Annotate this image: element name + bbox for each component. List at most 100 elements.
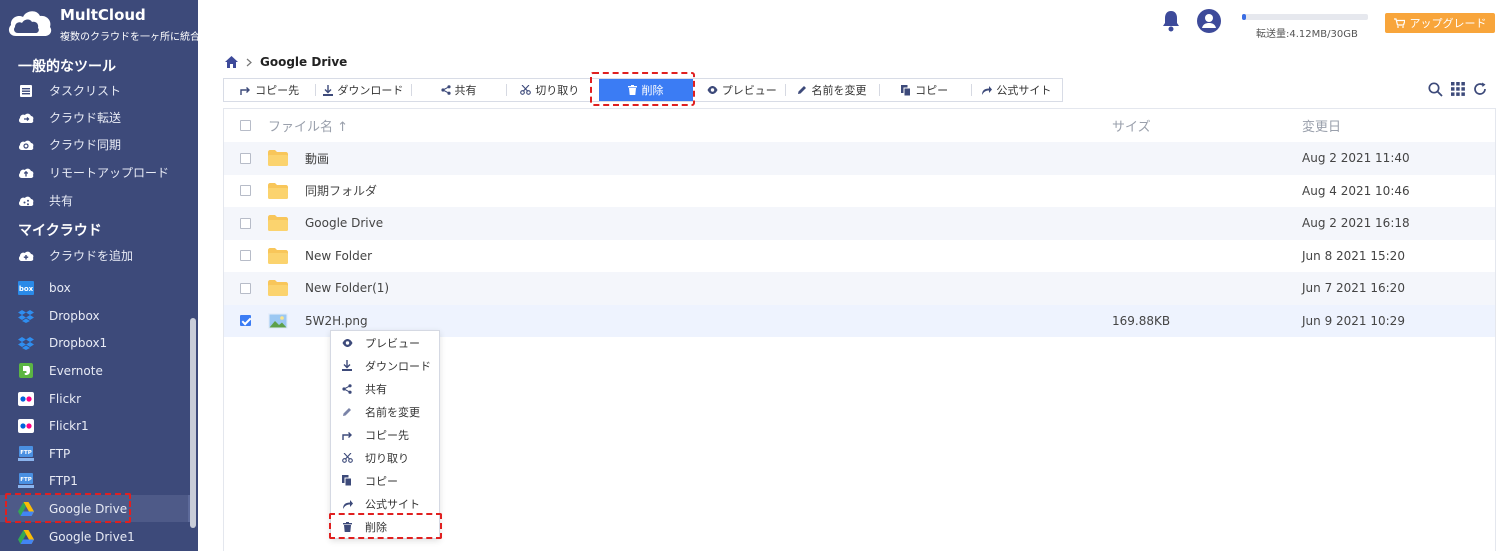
table-row[interactable]: New Folder(1) Jun 7 2021 16:20 <box>224 272 1495 305</box>
home-icon[interactable] <box>225 56 238 68</box>
svg-text:FTP: FTP <box>20 450 32 456</box>
bell-icon[interactable] <box>1161 10 1181 32</box>
preview-button[interactable]: プレビュー <box>698 79 785 101</box>
share-button[interactable]: 共有 <box>411 79 505 101</box>
file-name[interactable]: Google Drive <box>305 216 383 230</box>
tools-section-title: 一般的なツール <box>18 59 116 75</box>
refresh-icon[interactable] <box>1473 82 1487 96</box>
row-checkbox-checked[interactable] <box>240 315 251 327</box>
sidebar-item-task-list[interactable]: タスクリスト <box>0 77 192 104</box>
scissors-icon <box>341 452 353 464</box>
sidebar-item-box[interactable]: box box <box>0 274 192 301</box>
mycloud-section-title: マイクラウド <box>18 223 102 239</box>
file-name[interactable]: 動画 <box>305 150 329 167</box>
column-header-name-label: ファイル名 <box>268 120 334 135</box>
sidebar-item-cloud-transfer[interactable]: クラウド転送 <box>0 104 192 131</box>
sidebar-item-flickr[interactable]: Flickr <box>0 385 192 412</box>
download-label: ダウンロード <box>337 84 404 97</box>
logo[interactable]: MultCloud 複数のクラウドを一ヶ所に統合 <box>6 4 198 44</box>
sidebar-item-label: Flickr1 <box>49 418 89 433</box>
upgrade-button[interactable]: アップグレード <box>1385 13 1495 33</box>
search-icon[interactable] <box>1428 82 1443 97</box>
remote-upload-icon <box>18 165 34 181</box>
copy-button[interactable]: コピー <box>878 79 971 101</box>
file-date: Jun 9 2021 10:29 <box>1302 313 1405 328</box>
row-checkbox[interactable] <box>240 250 251 262</box>
download-button[interactable]: ダウンロード <box>315 79 411 101</box>
cloud-logo-icon <box>8 11 52 36</box>
table-row[interactable]: Google Drive Aug 2 2021 16:18 <box>224 207 1495 240</box>
context-menu-rename[interactable]: 名前を変更 <box>331 400 439 423</box>
context-menu-preview[interactable]: プレビュー <box>331 331 439 354</box>
context-menu-label: 名前を変更 <box>365 405 420 419</box>
view-tools <box>1428 82 1487 97</box>
file-date: Aug 4 2021 10:46 <box>1302 183 1410 198</box>
column-header-name[interactable]: ファイル名 ↑ <box>268 116 348 135</box>
row-checkbox[interactable] <box>240 282 251 294</box>
sidebar-item-flickr1[interactable]: Flickr1 <box>0 412 192 439</box>
table-row[interactable]: 動画 Aug 2 2021 11:40 <box>224 142 1495 175</box>
cloud-sync-icon <box>18 137 34 153</box>
select-all-checkbox[interactable] <box>240 120 251 131</box>
sidebar-item-label: Dropbox <box>49 308 100 323</box>
folder-icon <box>268 280 288 297</box>
context-menu-download[interactable]: ダウンロード <box>331 354 439 377</box>
avatar[interactable] <box>1197 9 1221 33</box>
sidebar-item-cloud-sync[interactable]: クラウド同期 <box>0 131 192 158</box>
folder-icon <box>268 247 288 264</box>
column-header-size[interactable]: サイズ <box>1112 116 1151 135</box>
usage-text: 転送量:4.12MB/30GB <box>1256 29 1358 40</box>
rename-button[interactable]: 名前を変更 <box>785 79 878 101</box>
flickr-icon <box>18 418 34 434</box>
cloud-share-icon <box>18 193 34 209</box>
sidebar-item-label: リモートアップロード <box>49 166 170 180</box>
copy-icon <box>901 84 912 96</box>
cloud-transfer-icon <box>18 110 34 126</box>
file-name[interactable]: 同期フォルダ <box>305 182 377 199</box>
context-menu-cut[interactable]: 切り取り <box>331 446 439 469</box>
copy-icon <box>341 475 353 487</box>
file-name[interactable]: New Folder <box>305 249 372 263</box>
cut-button[interactable]: 切り取り <box>505 79 594 101</box>
row-checkbox[interactable] <box>240 185 251 197</box>
file-name[interactable]: New Folder(1) <box>305 281 389 295</box>
sidebar-item-label: クラウドを追加 <box>49 249 134 263</box>
context-menu-official-site[interactable]: 公式サイト <box>331 492 439 515</box>
copy-to-button[interactable]: コピー先 <box>224 79 315 101</box>
context-menu-copy[interactable]: コピー <box>331 469 439 492</box>
context-menu: プレビュー ダウンロード 共有 名前を変更 コピー先 切り取り コピー 公式サイ… <box>330 330 440 539</box>
sidebar-scrollbar[interactable] <box>190 318 196 528</box>
context-menu-share[interactable]: 共有 <box>331 377 439 400</box>
svg-text:FTP: FTP <box>20 477 32 483</box>
file-date: Jun 8 2021 15:20 <box>1302 248 1405 263</box>
sidebar-item-label: Flickr <box>49 391 82 406</box>
sidebar-item-google-drive1[interactable]: Google Drive1 <box>0 523 192 550</box>
preview-label: プレビュー <box>721 84 777 97</box>
download-icon <box>341 360 353 372</box>
table-row[interactable]: New Folder Jun 8 2021 15:20 <box>224 240 1495 273</box>
sidebar-item-remote-upload[interactable]: リモートアップロード <box>0 159 192 186</box>
sidebar-item-dropbox[interactable]: Dropbox <box>0 302 192 329</box>
ftp-icon: FTP <box>18 473 34 489</box>
sidebar-item-ftp[interactable]: FTP FTP <box>0 440 192 467</box>
sidebar-item-share[interactable]: 共有 <box>0 187 192 214</box>
file-name[interactable]: 5W2H.png <box>305 314 368 328</box>
task-list-icon <box>18 83 34 99</box>
sidebar-item-ftp1[interactable]: FTP FTP1 <box>0 467 192 494</box>
sidebar-item-evernote[interactable]: Evernote <box>0 357 192 384</box>
column-header-date[interactable]: 変更日 <box>1302 116 1341 135</box>
table-row[interactable]: 同期フォルダ Aug 4 2021 10:46 <box>224 175 1495 208</box>
context-menu-copy-to[interactable]: コピー先 <box>331 423 439 446</box>
row-checkbox[interactable] <box>240 217 251 229</box>
add-cloud-button[interactable]: クラウドを追加 <box>0 242 192 269</box>
grid-view-icon[interactable] <box>1451 82 1465 96</box>
sidebar-item-label: Google Drive1 <box>49 529 135 544</box>
sidebar-item-dropbox1[interactable]: Dropbox1 <box>0 329 192 356</box>
official-site-label: 公式サイト <box>996 84 1052 97</box>
svg-text:box: box <box>19 285 34 293</box>
scissors-icon <box>520 85 532 95</box>
share-icon <box>440 85 451 95</box>
sidebar-item-label: タスクリスト <box>49 84 122 98</box>
row-checkbox[interactable] <box>240 152 251 164</box>
official-site-button[interactable]: 公式サイト <box>970 79 1062 101</box>
